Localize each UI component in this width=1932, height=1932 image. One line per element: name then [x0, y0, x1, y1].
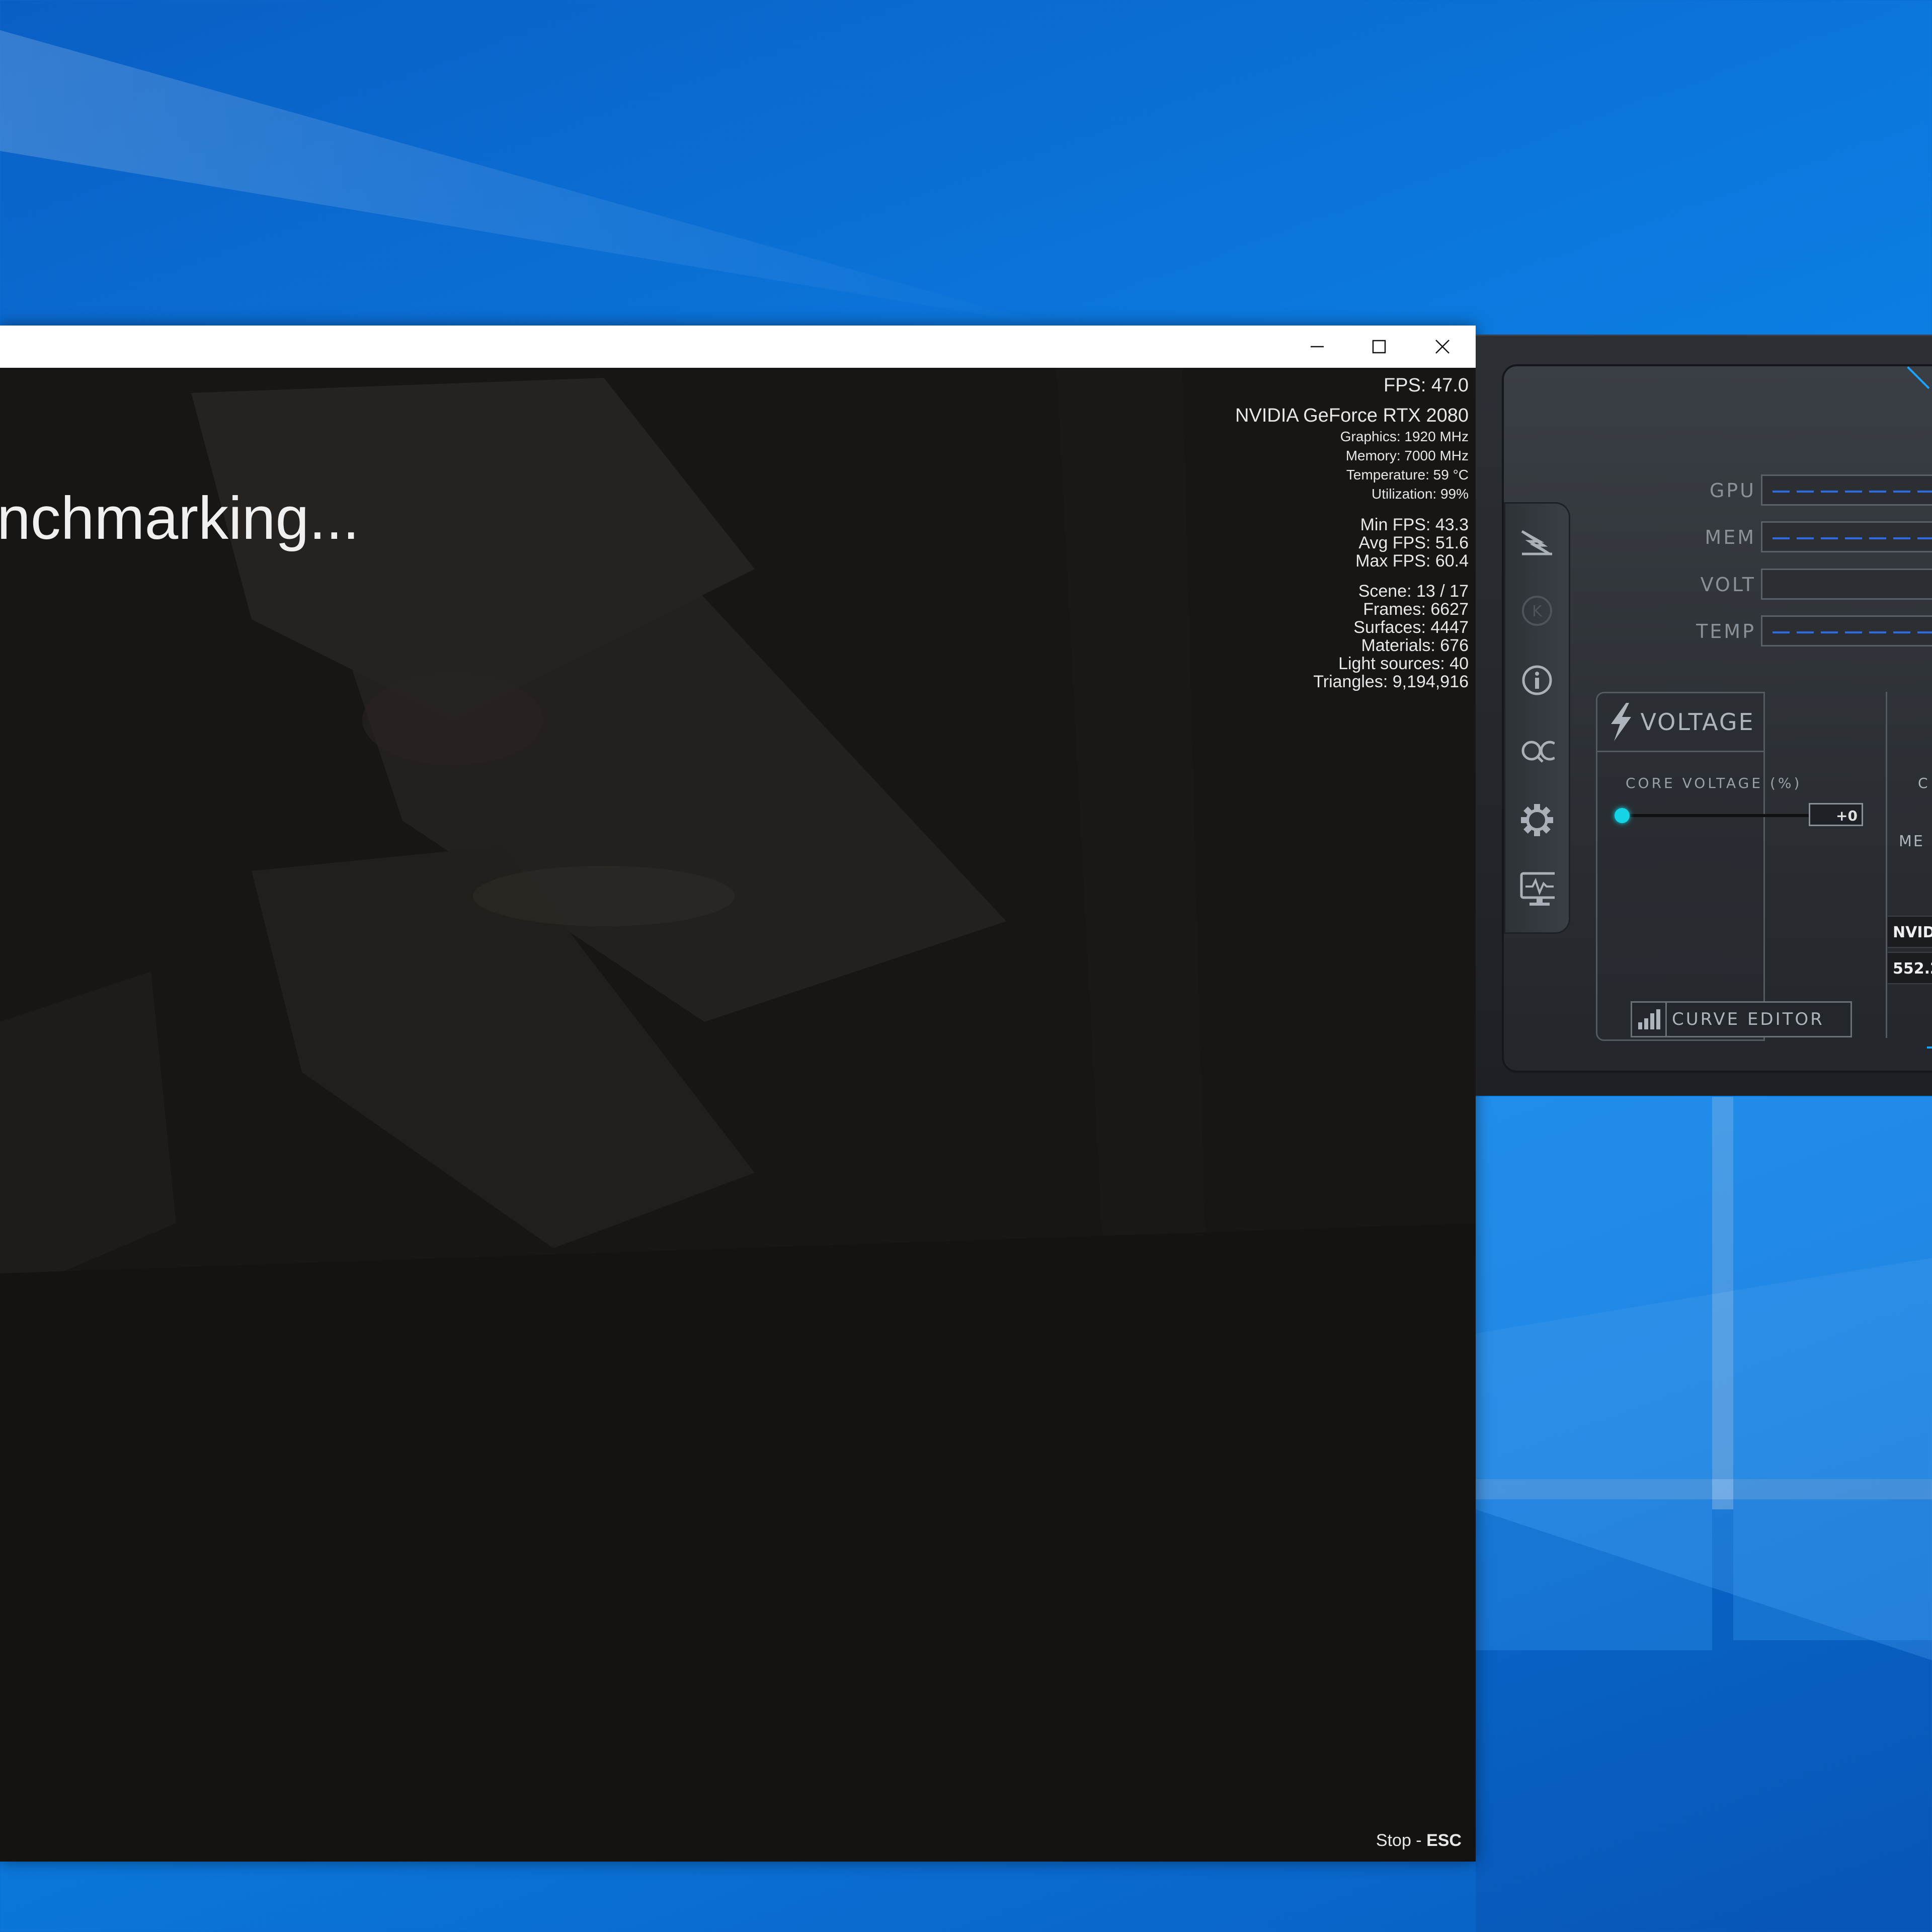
- curve-editor-button[interactable]: CURVE EDITOR: [1631, 1001, 1852, 1037]
- benchmark-viewport: nchmarking... FPS: 47.0 NVIDIA GeForce R…: [0, 368, 1476, 1862]
- max-fps: Max FPS: 60.4: [1355, 551, 1469, 571]
- meter-label-volt: VOLT: [1700, 574, 1756, 596]
- close-icon: [1435, 340, 1450, 354]
- meter-bar-mem: [1761, 521, 1932, 552]
- meter-bar-gpu: [1761, 474, 1932, 506]
- accent-trim-bottom: [1927, 1046, 1932, 1049]
- info-icon[interactable]: [1519, 663, 1555, 698]
- fps-readout: FPS: 47.0: [1384, 375, 1469, 396]
- stop-key: ESC: [1426, 1831, 1462, 1850]
- maximize-button[interactable]: [1348, 326, 1410, 368]
- side-toolbar: K: [1504, 502, 1570, 934]
- voltage-section: VOLTAGE CORE VOLTAGE (%) +0 CURVE EDITOR: [1596, 692, 1863, 1041]
- window-titlebar[interactable]: [0, 326, 1476, 368]
- voltage-header: VOLTAGE: [1597, 693, 1763, 752]
- core-voltage-value[interactable]: +0: [1809, 803, 1863, 826]
- memory-clock-label-partial: ME: [1899, 833, 1924, 850]
- settings-gear-icon[interactable]: [1519, 802, 1555, 838]
- stats-overlay: FPS: 47.0 NVIDIA GeForce RTX 2080 Graphi…: [1235, 374, 1469, 691]
- voltage-title-text: VOLTAGE: [1640, 708, 1755, 736]
- stop-hint: Stop - ESC: [1376, 1831, 1462, 1850]
- materials-count: Materials: 676: [1361, 636, 1469, 655]
- surfaces-count: Surfaces: 4447: [1353, 618, 1469, 637]
- graphics-clock: Graphics: 1920 MHz: [1340, 429, 1469, 444]
- maximize-icon: [1372, 340, 1386, 354]
- stop-label: Stop -: [1376, 1831, 1427, 1850]
- memory-clock: Memory: 7000 MHz: [1345, 448, 1469, 463]
- core-voltage-label: CORE VOLTAGE (%): [1626, 775, 1802, 791]
- meter-label-temp: TEMP: [1696, 620, 1756, 642]
- meter-label-gpu: GPU: [1709, 479, 1756, 502]
- svg-text:K: K: [1532, 603, 1543, 620]
- core-voltage-slider-track[interactable]: [1620, 814, 1831, 817]
- core-voltage-slider-thumb[interactable]: [1615, 808, 1630, 823]
- gpu-name-partial: NVIDI: [1888, 916, 1932, 948]
- light-sources-count: Light sources: 40: [1338, 654, 1469, 673]
- triangles-count: Triangles: 9,194,916: [1313, 672, 1469, 691]
- scene-counter: Scene: 13 / 17: [1358, 582, 1469, 601]
- lightning-icon: [1611, 703, 1632, 741]
- avg-fps: Avg FPS: 51.6: [1358, 533, 1469, 552]
- gpu-name: NVIDIA GeForce RTX 2080: [1235, 405, 1469, 426]
- bar-chart-icon: [1638, 1009, 1660, 1029]
- minimize-button[interactable]: [1286, 326, 1348, 368]
- k-icon[interactable]: K: [1519, 593, 1555, 628]
- gpu-utilization: Utilization: 99%: [1372, 486, 1469, 502]
- benchmark-window: nchmarking... FPS: 47.0 NVIDIA GeForce R…: [0, 326, 1476, 1862]
- meter-bar-temp: [1761, 615, 1932, 647]
- clock-section-partial: [1886, 692, 1932, 1038]
- gpu-temperature: Temperature: 59 °C: [1346, 467, 1469, 482]
- driver-version-partial: 552.2: [1888, 952, 1932, 984]
- oc-scanner-icon[interactable]: [1519, 733, 1555, 768]
- benchmarking-status: nchmarking...: [0, 485, 360, 552]
- meter-label-mem: MEM: [1705, 526, 1756, 548]
- minimize-icon: [1311, 346, 1324, 348]
- min-fps: Min FPS: 43.3: [1360, 515, 1469, 534]
- close-button[interactable]: [1412, 326, 1473, 368]
- meter-bar-volt: [1761, 569, 1932, 600]
- msi-logo-icon[interactable]: [1519, 524, 1555, 559]
- frames-count: Frames: 6627: [1363, 600, 1469, 619]
- monitor-icon[interactable]: [1519, 872, 1555, 907]
- curve-editor-label: CURVE EDITOR: [1672, 1009, 1824, 1029]
- core-clock-label-partial: C: [1918, 775, 1928, 791]
